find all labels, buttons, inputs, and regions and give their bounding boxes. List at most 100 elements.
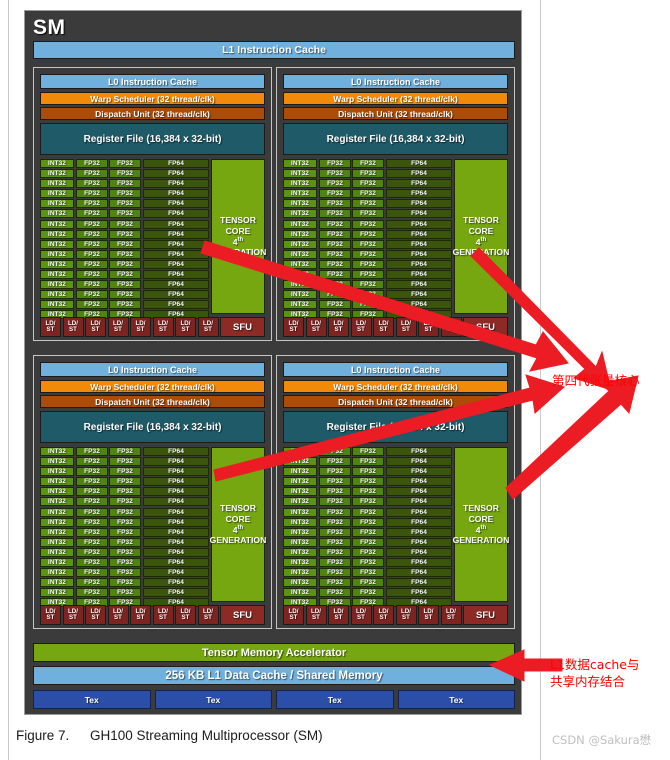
core-cell: INT32: [283, 229, 317, 239]
core-cell: FP64: [143, 447, 209, 456]
core-cell: FP32: [76, 280, 108, 290]
core-cell: INT32: [40, 300, 74, 310]
core-cell: FP32: [76, 447, 108, 456]
ldst-unit-line2: ST: [379, 614, 388, 621]
texture-unit: Tex: [33, 690, 151, 709]
core-cell: INT32: [40, 259, 74, 269]
core-cell: FP32: [319, 477, 351, 487]
core-cell: FP32: [319, 447, 351, 456]
core-cell: FP32: [109, 300, 141, 310]
core-cell: FP32: [352, 507, 384, 517]
core-cell: FP64: [386, 558, 452, 568]
core-cell: FP64: [386, 280, 452, 290]
sm-diagram-container: SM L1 Instruction Cache L0 Instruction C…: [24, 10, 522, 715]
fp32-core-column-a: FP32 FP32 FP32 FP32 FP32 FP32 FP32 FP32 FP32 FP32…: [76, 159, 108, 320]
core-cell: INT32: [283, 547, 317, 557]
core-cell: FP32: [352, 270, 384, 280]
texture-unit: Tex: [397, 690, 515, 709]
core-cell: FP32: [76, 290, 108, 300]
fp32-core-column-a: FP32 FP32 FP32 FP32 FP32 FP32 FP32 FP32 FP32 FP32…: [319, 447, 351, 608]
tensor-core-line1: TENSOR CORE: [463, 503, 499, 524]
core-cell: FP32: [319, 169, 351, 179]
tensor-core-generation-word: GENERATION: [452, 535, 510, 546]
processing-block-3: L0 Instruction Cache Warp Scheduler (32 t…: [276, 355, 515, 629]
core-cell: FP32: [76, 547, 108, 557]
ldst-unit-line2: ST: [204, 326, 212, 333]
ldst-unit: LD/ST: [418, 605, 439, 625]
core-cell: INT32: [40, 467, 74, 477]
core-cell: FP64: [386, 517, 452, 527]
core-cell: FP64: [143, 507, 209, 517]
core-cell: FP32: [319, 259, 351, 269]
core-cell: FP32: [319, 239, 351, 249]
ldst-unit: LD/ST: [130, 605, 151, 625]
core-cell: FP32: [319, 588, 351, 598]
core-cell: FP64: [143, 189, 209, 199]
arrow-to-tensor-core-bottom-right: [505, 375, 639, 500]
core-cell: FP32: [76, 568, 108, 578]
core-cell: FP32: [319, 517, 351, 527]
core-cell: INT32: [283, 588, 317, 598]
fp32-core-column-b: FP32 FP32 FP32 FP32 FP32 FP32 FP32 FP32 FP32 FP32…: [109, 159, 141, 320]
core-cell: FP32: [352, 159, 384, 168]
processing-block-0: L0 Instruction Cache Warp Scheduler (32 t…: [33, 67, 272, 341]
core-cell: FP64: [143, 527, 209, 537]
core-cell: FP64: [143, 457, 209, 467]
warp-scheduler-block: Warp Scheduler (32 thread/clk): [283, 92, 508, 105]
ldst-unit: LD/ST: [107, 317, 129, 337]
core-lane-grid: INT32 INT32 INT32 INT32 INT32 INT32 INT32 INT32…: [40, 159, 266, 320]
sfu-unit: SFU: [220, 317, 265, 337]
core-cell: FP64: [386, 189, 452, 199]
core-cell: FP32: [76, 300, 108, 310]
l1-instruction-cache-block: L1 Instruction Cache: [33, 41, 515, 59]
int32-core-column: INT32 INT32 INT32 INT32 INT32 INT32 INT32 INT32…: [40, 159, 74, 320]
core-cell: FP32: [319, 179, 351, 189]
core-cell: FP32: [109, 169, 141, 179]
core-cell: INT32: [283, 259, 317, 269]
core-cell: FP64: [143, 558, 209, 568]
core-cell: INT32: [283, 199, 317, 209]
core-cell: FP32: [352, 229, 384, 239]
core-cell: FP32: [109, 547, 141, 557]
figure-title: GH100 Streaming Multiprocessor (SM): [90, 728, 323, 743]
core-cell: FP32: [352, 199, 384, 209]
core-cell: FP32: [352, 249, 384, 259]
ldst-unit: LD/ST: [152, 605, 174, 625]
core-cell: FP64: [143, 249, 209, 259]
core-cell: INT32: [283, 558, 317, 568]
tensor-core-block: TENSOR CORE 4th GENERATION: [453, 159, 509, 314]
tensor-core-line1: TENSOR CORE: [220, 503, 256, 524]
fp32-core-column-a: FP32 FP32 FP32 FP32 FP32 FP32 FP32 FP32 FP32 FP32…: [76, 447, 108, 608]
core-cell: FP64: [386, 199, 452, 209]
core-cell: INT32: [40, 209, 74, 219]
core-cell: INT32: [40, 527, 74, 537]
core-cell: FP32: [319, 209, 351, 219]
ldst-unit-line2: ST: [289, 326, 298, 333]
core-cell: INT32: [40, 447, 74, 456]
register-file-block: Register File (16,384 x 32-bit): [283, 123, 508, 155]
core-cell: FP32: [319, 199, 351, 209]
watermark: CSDN @Sakura懋: [552, 733, 652, 747]
core-cell: FP64: [386, 487, 452, 497]
core-cell: INT32: [40, 270, 74, 280]
core-cell: FP32: [352, 517, 384, 527]
processing-block-1: L0 Instruction Cache Warp Scheduler (32 t…: [276, 67, 515, 341]
ldst-unit-line2: ST: [312, 326, 320, 333]
core-cell: FP64: [386, 219, 452, 229]
ldst-unit-line2: ST: [204, 614, 212, 621]
core-cell: FP32: [76, 588, 108, 598]
core-cell: FP64: [386, 467, 452, 477]
core-cell: INT32: [40, 159, 74, 168]
ldst-unit: LD/ST: [328, 605, 349, 625]
core-cell: INT32: [40, 199, 74, 209]
ldst-unit: LD/ST: [107, 605, 129, 625]
core-lane-grid: INT32 INT32 INT32 INT32 INT32 INT32 INT32 INT32…: [283, 159, 509, 320]
core-cell: INT32: [283, 467, 317, 477]
core-cell: FP32: [319, 280, 351, 290]
warp-scheduler-block: Warp Scheduler (32 thread/clk): [283, 380, 508, 393]
ldst-sfu-row: LD/ST LD/ST LD/ST LD/ST LD/ST LD/ST LD/ST LD/ST…: [40, 605, 265, 625]
int32-core-column: INT32 INT32 INT32 INT32 INT32 INT32 INT32 INT32…: [283, 159, 317, 320]
ldst-unit: LD/ST: [130, 317, 151, 337]
fp64-core-column: FP64 FP64 FP64 FP64 FP64 FP64 FP64 FP64 FP64 FP64…: [143, 159, 209, 320]
tensor-core-line1: TENSOR CORE: [463, 215, 499, 236]
